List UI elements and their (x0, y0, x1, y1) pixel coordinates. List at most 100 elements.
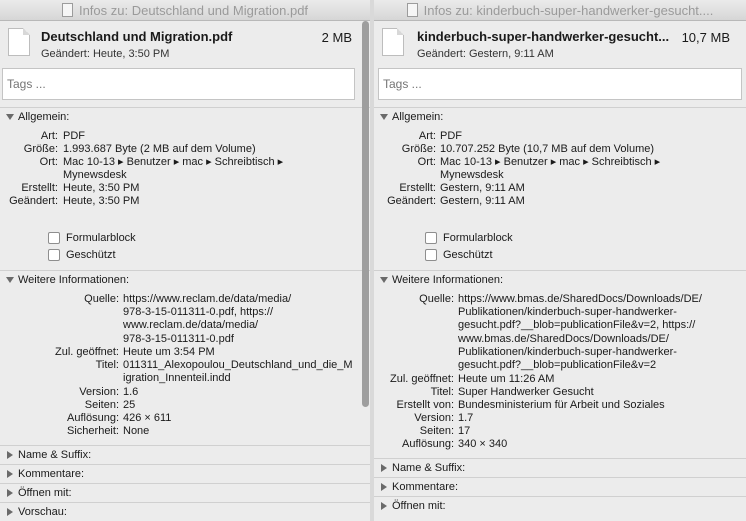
section-general-label: Allgemein: (18, 111, 70, 123)
protected-label: Geschützt (443, 249, 493, 261)
formblock-label: Formularblock (66, 232, 136, 244)
created-label: Erstellt: (21, 182, 58, 194)
security-label: Sicherheit: (67, 425, 119, 437)
version-label: Version: (414, 412, 454, 424)
source-label: Quelle: (84, 293, 119, 305)
size-value: 10.707.252 Byte (10,7 MB auf dem Volume) (440, 143, 655, 155)
modified-label: Geändert: (387, 195, 436, 207)
location-value: Mac 10-13 ▸ Benutzer ▸ mac ▸ Schreibtisc… (440, 156, 661, 182)
last-opened-label: Zul. geöffnet: (54, 346, 119, 358)
section-preview-header[interactable]: Vorschau: (0, 502, 370, 521)
created-value: Gestern, 9:11 AM (440, 182, 525, 194)
section-open-with-label: Öffnen mit: (18, 487, 72, 499)
title-value: Super Handwerker Gesucht (458, 386, 594, 398)
size-label: Größe: (401, 143, 436, 155)
resolution-value: 426 × 611 (123, 412, 172, 424)
file-header: kinderbuch-super-handwerker-gesucht... 1… (374, 21, 746, 69)
formblock-checkbox[interactable]: Formularblock (48, 232, 136, 244)
modified-date: Geändert: Gestern, 9:11 AM (417, 48, 554, 60)
source-value: https://www.bmas.de/SharedDocs/Downloads… (458, 293, 702, 372)
version-value: 1.6 (123, 386, 139, 398)
formblock-label: Formularblock (443, 232, 513, 244)
disclosure-triangle-icon[interactable] (380, 114, 388, 121)
section-open-with-header[interactable]: Öffnen mit: (0, 483, 370, 503)
section-comments-label: Kommentare: (392, 481, 459, 493)
resolution-label: Auflösung: (67, 412, 119, 424)
window-title: Infos zu: kinderbuch-super-handwerker-ge… (423, 2, 714, 18)
location-label: Ort: (417, 156, 436, 168)
kind-value: PDF (63, 130, 85, 142)
section-general-header[interactable]: Allgemein: (374, 107, 746, 127)
title-label: Titel: (95, 359, 119, 371)
disclosure-triangle-icon[interactable] (7, 508, 13, 517)
disclosure-triangle-icon[interactable] (381, 464, 387, 473)
tags-input[interactable] (378, 68, 742, 100)
last-opened-value: Heute um 11:26 AM (458, 373, 555, 385)
disclosure-triangle-icon[interactable] (380, 277, 388, 284)
section-name-suffix-header[interactable]: Name & Suffix: (374, 458, 746, 478)
title-bar[interactable]: Infos zu: Deutschland und Migration.pdf (0, 0, 370, 21)
window-title: Infos zu: Deutschland und Migration.pdf (78, 2, 309, 18)
created-value: Heute, 3:50 PM (63, 182, 140, 194)
section-more-info-header[interactable]: Weitere Informationen: (374, 270, 746, 290)
source-value: https://www.reclam.de/data/media/ 978-3-… (123, 293, 292, 345)
disclosure-triangle-icon[interactable] (381, 502, 387, 511)
section-more-info-header[interactable]: Weitere Informationen: (0, 270, 370, 290)
checkbox-box[interactable] (425, 232, 437, 244)
formblock-checkbox[interactable]: Formularblock (425, 232, 513, 244)
location-value: Mac 10-13 ▸ Benutzer ▸ mac ▸ Schreibtisc… (63, 156, 284, 182)
disclosure-triangle-icon[interactable] (381, 483, 387, 492)
info-window-left: Infos zu: Deutschland und Migration.pdf … (0, 0, 370, 521)
modified-date: Geändert: Heute, 3:50 PM (41, 48, 170, 60)
protected-checkbox[interactable]: Geschützt (48, 249, 116, 261)
last-opened-label: Zul. geöffnet: (389, 373, 454, 385)
location-label: Ort: (39, 156, 58, 168)
source-label: Quelle: (419, 293, 454, 305)
section-preview-label: Vorschau: (18, 506, 67, 518)
checkbox-box[interactable] (425, 249, 437, 261)
last-opened-value: Heute um 3:54 PM (123, 346, 215, 358)
file-name: Deutschland und Migration.pdf (41, 29, 233, 44)
file-name: kinderbuch-super-handwerker-gesucht... (417, 29, 670, 44)
section-open-with-header[interactable]: Öffnen mit: (374, 496, 746, 516)
section-name-suffix-label: Name & Suffix: (392, 462, 466, 474)
section-comments-header[interactable]: Kommentare: (0, 464, 370, 484)
document-icon (61, 3, 73, 17)
section-comments-header[interactable]: Kommentare: (374, 477, 746, 497)
file-header: Deutschland und Migration.pdf 2 MB Geänd… (0, 21, 370, 69)
section-open-with-label: Öffnen mit: (392, 500, 446, 512)
modified-value: Heute, 3:50 PM (63, 195, 140, 207)
created-by-value: Bundesministerium für Arbeit und Soziale… (458, 399, 665, 411)
disclosure-triangle-icon[interactable] (6, 277, 14, 284)
resolution-value: 340 × 340 (458, 438, 508, 450)
checkbox-box[interactable] (48, 249, 60, 261)
pages-value: 17 (458, 425, 471, 437)
section-general-header[interactable]: Allgemein: (0, 107, 370, 127)
tags-input[interactable] (2, 68, 355, 100)
disclosure-triangle-icon[interactable] (7, 451, 13, 460)
checkbox-box[interactable] (48, 232, 60, 244)
title-bar[interactable]: Infos zu: kinderbuch-super-handwerker-ge… (374, 0, 746, 21)
version-label: Version: (79, 386, 119, 398)
size-value: 1.993.687 Byte (2 MB auf dem Volume) (63, 143, 256, 155)
pages-value: 25 (123, 399, 136, 411)
disclosure-triangle-icon[interactable] (7, 489, 13, 498)
section-general-label: Allgemein: (392, 111, 444, 123)
section-more-info-label: Weitere Informationen: (18, 274, 130, 286)
scrollbar[interactable] (362, 21, 369, 407)
document-icon (406, 3, 418, 17)
protected-label: Geschützt (66, 249, 116, 261)
title-label: Titel: (430, 386, 454, 398)
protected-checkbox[interactable]: Geschützt (425, 249, 493, 261)
disclosure-triangle-icon[interactable] (7, 470, 13, 479)
resolution-label: Auflösung: (402, 438, 454, 450)
file-size: 2 MB (321, 30, 352, 45)
section-name-suffix-header[interactable]: Name & Suffix: (0, 445, 370, 465)
created-label: Erstellt: (399, 182, 436, 194)
section-more-info-label: Weitere Informationen: (392, 274, 504, 286)
pages-label: Seiten: (419, 425, 454, 437)
disclosure-triangle-icon[interactable] (6, 114, 14, 121)
kind-value: PDF (440, 130, 462, 142)
modified-value: Gestern, 9:11 AM (440, 195, 525, 207)
kind-label: Art: (418, 130, 436, 142)
